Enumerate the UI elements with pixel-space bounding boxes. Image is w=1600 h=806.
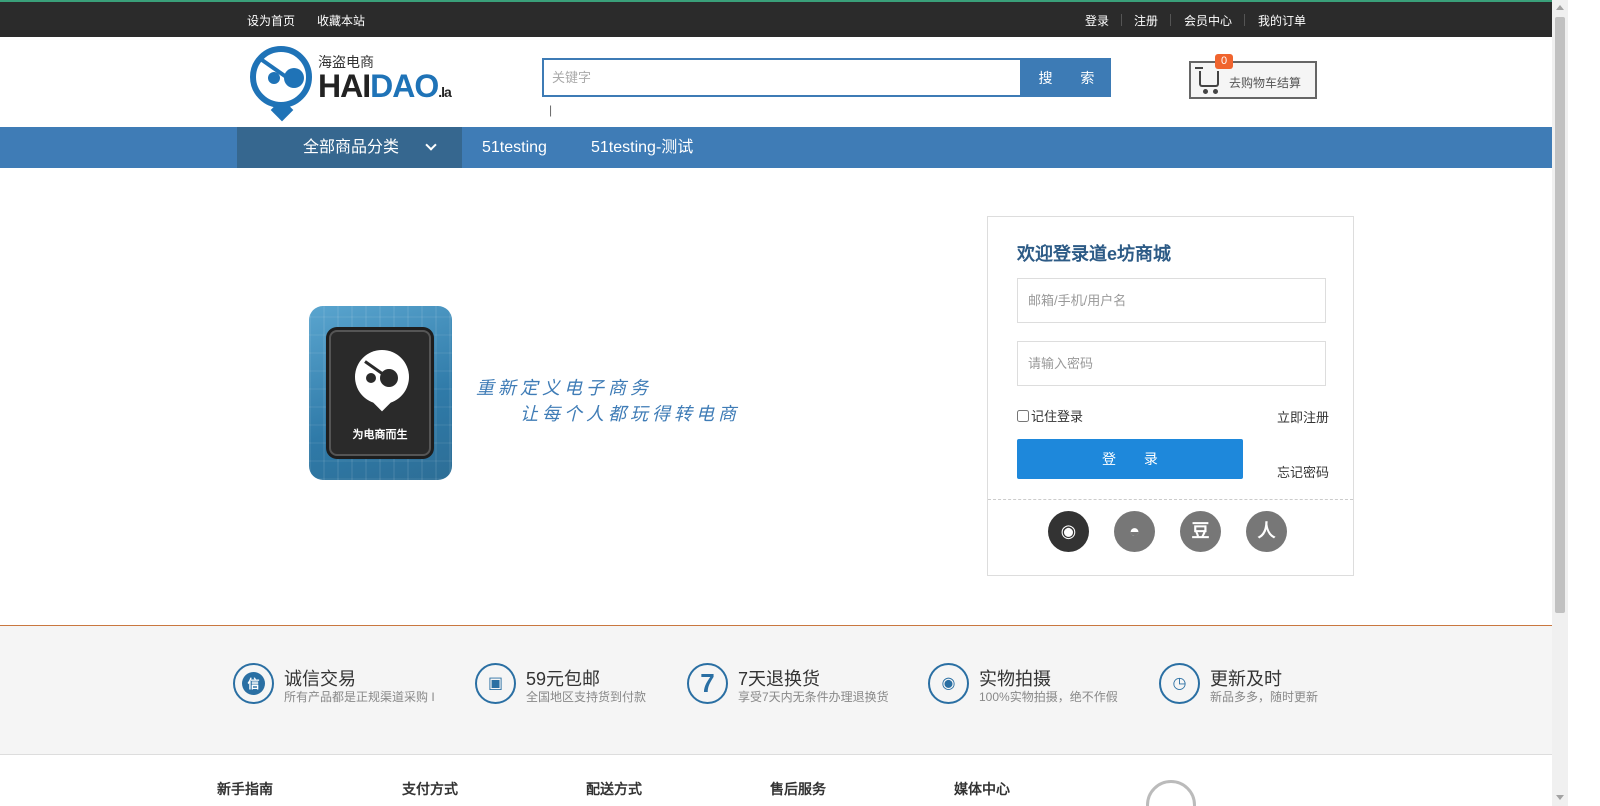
tile-text: 为电商而生 (352, 429, 408, 441)
chip-logo: 为电商而生 (329, 330, 431, 456)
all-categories-label: 全部商品分类 (303, 139, 400, 156)
scroll-up-arrow-icon[interactable] (1556, 5, 1564, 10)
cart-icon (1195, 67, 1219, 87)
login-panel: 欢迎登录道e坊商城 记住登录 立即注册 登 录 忘记密码 ◉ ◓ 豆 人 (987, 216, 1354, 576)
promo-tile: 为电商而生 (309, 306, 452, 480)
bookmark-site-link[interactable]: 收藏本站 (317, 12, 365, 29)
separator (1170, 14, 1171, 26)
my-orders-link[interactable]: 我的订单 (1258, 12, 1306, 29)
qq-icon[interactable]: ◓ (1114, 511, 1155, 552)
remember-checkbox[interactable] (1017, 409, 1029, 422)
register-now-link[interactable]: 立即注册 (1277, 407, 1329, 426)
footer-heading-payment: 支付方式 (402, 781, 458, 797)
all-categories-menu[interactable]: 全部商品分类 (237, 127, 462, 168)
footer-heading-delivery: 配送方式 (586, 781, 642, 797)
top-bar: 设为首页 收藏本站 登录 注册 会员中心 我的订单 (0, 0, 1552, 37)
service-subtitle: 新品多多，随时更新 (1210, 690, 1319, 704)
slogan-line-1: 重新定义电子商务 (476, 378, 652, 399)
pirate-pin-icon (355, 350, 409, 404)
truck-icon: ▣ (475, 663, 516, 704)
service-subtitle: 100%实物拍摄，绝不作假 (979, 690, 1118, 704)
login-link[interactable]: 登录 (1085, 12, 1109, 29)
logo-en-text: HAIDAO.la (318, 68, 452, 104)
main-nav: 全部商品分类 51testing 51testing-测试 (0, 127, 1552, 168)
seven-days-icon: 7 (687, 663, 728, 704)
password-field-wrap (1017, 341, 1326, 386)
camera-icon: ◉ (928, 663, 969, 704)
service-subtitle: 所有产品都是正规渠道采购 I (284, 690, 435, 704)
pirate-pin-icon (250, 46, 312, 108)
set-homepage-link[interactable]: 设为首页 (247, 12, 295, 29)
username-field-wrap (1017, 278, 1326, 323)
service-subtitle: 享受7天内无条件办理退换货 (738, 690, 889, 704)
register-link[interactable]: 注册 (1134, 12, 1158, 29)
login-button[interactable]: 登 录 (1017, 439, 1243, 479)
separator (1121, 14, 1122, 26)
nav-link-51testing-test[interactable]: 51testing-测试 (591, 127, 693, 168)
search-button[interactable]: 搜 索 (1022, 58, 1111, 97)
service-strip: 信 诚信交易 所有产品都是正规渠道采购 I ▣ 59元包邮 全国地区支持货到付款… (0, 625, 1552, 755)
renren-icon[interactable]: 人 (1246, 511, 1287, 552)
member-center-link[interactable]: 会员中心 (1184, 12, 1232, 29)
clock-icon: ◷ (1159, 663, 1200, 704)
separator (1244, 14, 1245, 26)
chevron-down-icon (425, 139, 437, 151)
cart-count-badge: 0 (1215, 54, 1233, 69)
scroll-thumb[interactable] (1555, 17, 1565, 613)
slogan-line-2: 让每个人都玩得转电商 (520, 404, 740, 425)
weibo-icon[interactable]: ◉ (1048, 511, 1089, 552)
password-input[interactable] (1018, 342, 1325, 385)
forgot-password-link[interactable]: 忘记密码 (1277, 462, 1329, 481)
cart-label: 去购物车结算 (1229, 76, 1302, 90)
remember-login[interactable]: 记住登录 (1017, 406, 1083, 425)
trust-icon: 信 (233, 663, 274, 704)
scrollbar[interactable] (1552, 0, 1568, 806)
username-input[interactable] (1018, 279, 1325, 322)
divider (988, 499, 1353, 500)
nav-link-51testing[interactable]: 51testing (482, 127, 547, 168)
footer-heading-media: 媒体中心 (954, 781, 1010, 797)
remember-label: 记住登录 (1031, 409, 1084, 424)
cart-button[interactable]: 0 去购物车结算 (1189, 54, 1317, 99)
site-logo[interactable]: 海盗电商 HAIDAO.la (250, 46, 452, 118)
footer-heading-aftersale: 售后服务 (770, 781, 826, 797)
douban-icon[interactable]: 豆 (1180, 511, 1221, 552)
footer-logo-icon (1146, 780, 1196, 806)
service-subtitle: 全国地区支持货到付款 (526, 690, 647, 704)
login-title: 欢迎登录道e坊商城 (1017, 244, 1172, 264)
search-input[interactable] (544, 60, 1020, 95)
search-box (542, 58, 1022, 97)
footer-heading-guide: 新手指南 (217, 781, 273, 797)
hot-words: | (549, 103, 553, 117)
scroll-down-arrow-icon[interactable] (1556, 795, 1564, 800)
